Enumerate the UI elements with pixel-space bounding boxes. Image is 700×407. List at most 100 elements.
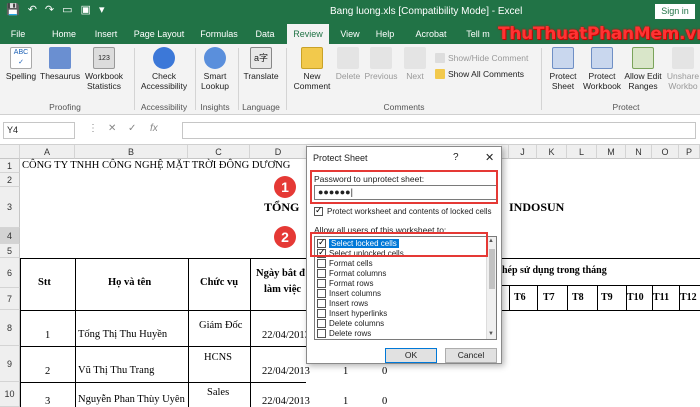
cell-date[interactable]: 22/04/2013 [262,396,310,407]
spelling-button[interactable]: ABC ✓ Spelling [4,47,38,81]
header-start-date[interactable]: Ngày bắt đ [256,268,305,279]
tab-help[interactable]: Help [370,24,400,44]
more-icon[interactable]: ⋮ [88,123,98,134]
tab-home[interactable]: Home [44,24,84,44]
scroll-up-icon[interactable]: ▲ [488,238,494,244]
permission-item[interactable]: Format columns [317,268,485,278]
row-header[interactable]: 8 [0,310,20,346]
row-header[interactable]: 1 [0,159,20,173]
header-t12[interactable]: T12 [680,292,697,303]
tab-acrobat[interactable]: Acrobat [408,24,454,44]
tab-page-layout[interactable]: Page Layout [128,24,190,44]
header-name[interactable]: Họ và tên [108,277,151,288]
cell-value[interactable]: 1 [343,396,348,407]
scroll-down-icon[interactable]: ▼ [488,331,494,337]
cancel-icon[interactable]: ✕ [108,123,116,134]
redo-icon[interactable]: ↷ [45,3,54,16]
tab-review[interactable]: Review [287,24,329,44]
cell-name[interactable]: Vũ Thị Thu Trang [78,365,154,376]
allow-edit-ranges-button[interactable]: Allow Edit Ranges [622,47,664,91]
save-icon[interactable]: 💾 [6,3,20,16]
new-comment-button[interactable]: New Comment [290,47,334,91]
previous-comment-button[interactable]: Previous [363,47,399,81]
permission-item[interactable]: Insert rows [317,298,485,308]
header-t6[interactable]: T6 [514,292,526,303]
column-header[interactable]: J [509,145,537,159]
show-hide-comment-button[interactable]: Show/Hide Comment [435,53,528,63]
permission-item[interactable]: Delete columns [317,318,485,328]
cell-role[interactable]: Sales [207,387,229,398]
open-file-icon[interactable]: ▣ [81,3,91,16]
column-header[interactable]: N [626,145,652,159]
header-t7[interactable]: T7 [543,292,555,303]
row-header[interactable]: 2 [0,173,20,187]
next-comment-button[interactable]: Next [401,47,429,81]
permission-item[interactable]: Delete rows [317,328,485,338]
header-role[interactable]: Chức vụ [200,277,238,288]
permission-item[interactable]: Insert columns [317,288,485,298]
cell-date[interactable]: 22/04/2013 [262,366,310,377]
enter-icon[interactable]: ✓ [128,123,136,134]
row-header[interactable]: 7 [0,288,20,310]
report-title-cell[interactable]: TỔNG [264,200,299,215]
cell-value[interactable]: 1 [343,366,348,377]
header-start-date[interactable]: làm việc [264,284,301,295]
scrollbar-thumb[interactable] [489,249,495,289]
tab-view[interactable]: View [334,24,366,44]
cell-value[interactable]: 0 [382,366,387,377]
cell-date[interactable]: 22/04/2013 [262,330,310,341]
tab-insert[interactable]: Insert [88,24,124,44]
cell-role[interactable]: HCNS [204,352,232,363]
cell-value[interactable]: 0 [382,396,387,407]
cancel-button[interactable]: Cancel [445,348,497,363]
protect-workbook-button[interactable]: Protect Workbook [582,47,622,91]
column-header[interactable]: K [537,145,567,159]
thesaurus-button[interactable]: Thesaurus [40,47,80,81]
customize-qat-icon[interactable]: ▾ [99,3,105,16]
tab-data[interactable]: Data [248,24,282,44]
insert-function-icon[interactable]: fx [150,123,158,134]
help-icon[interactable]: ? [453,152,459,163]
header-t10[interactable]: T10 [627,292,644,303]
smart-lookup-button[interactable]: Smart Lookup [200,47,230,91]
tell-me-search[interactable]: Tell m [460,24,496,44]
undo-icon[interactable]: ↶ [28,3,37,16]
protect-sheet-button[interactable]: Protect Sheet [545,47,581,91]
row-header[interactable]: 9 [0,346,20,382]
cell-stt[interactable]: 2 [45,366,50,377]
column-header[interactable]: M [597,145,626,159]
select-all-corner[interactable] [0,145,20,159]
column-header[interactable]: O [652,145,679,159]
name-box[interactable]: Y4 [3,122,75,139]
column-header[interactable]: B [75,145,188,159]
row-header[interactable]: 5 [0,244,20,258]
row-header[interactable]: 10 [0,382,20,407]
company-name-cell[interactable]: CÔNG TY TNHH CÔNG NGHỆ MẶT TRỜI ĐÔNG DƯƠ… [22,160,290,171]
cell-role[interactable]: Giám Đốc [199,320,242,331]
permission-item[interactable]: Format rows [317,278,485,288]
ok-button[interactable]: OK [385,348,437,363]
delete-comment-button[interactable]: Delete [334,47,362,81]
row-header[interactable]: 4 [0,228,20,244]
row-header[interactable]: 3 [0,187,20,228]
tab-formulas[interactable]: Formulas [196,24,242,44]
workbook-statistics-button[interactable]: 123 Workbook Statistics [82,47,126,91]
row-header[interactable]: 6 [0,258,20,288]
header-stt[interactable]: Stt [38,277,51,288]
formula-input[interactable] [182,122,696,139]
cell-name[interactable]: Tống Thị Thu Huyền [78,329,167,340]
show-all-comments-button[interactable]: Show All Comments [435,69,524,79]
translate-button[interactable]: a字 Translate [242,47,280,81]
tab-file[interactable]: File [4,24,32,44]
permission-item[interactable]: Format cells [317,258,485,268]
column-header[interactable]: A [20,145,75,159]
header-t8[interactable]: T8 [572,292,584,303]
column-header[interactable] [501,145,509,159]
cell-name[interactable]: Nguyễn Phan Thùy Uyên [78,394,185,405]
sign-in-button[interactable]: Sign in [655,4,695,19]
report-title-cell[interactable]: INDOSUN [509,200,564,215]
header-usage[interactable]: hép sử dụng trong tháng [502,265,607,276]
header-t11[interactable]: T11 [653,292,669,303]
column-header[interactable]: D [250,145,307,159]
cell-stt[interactable]: 1 [45,330,50,341]
